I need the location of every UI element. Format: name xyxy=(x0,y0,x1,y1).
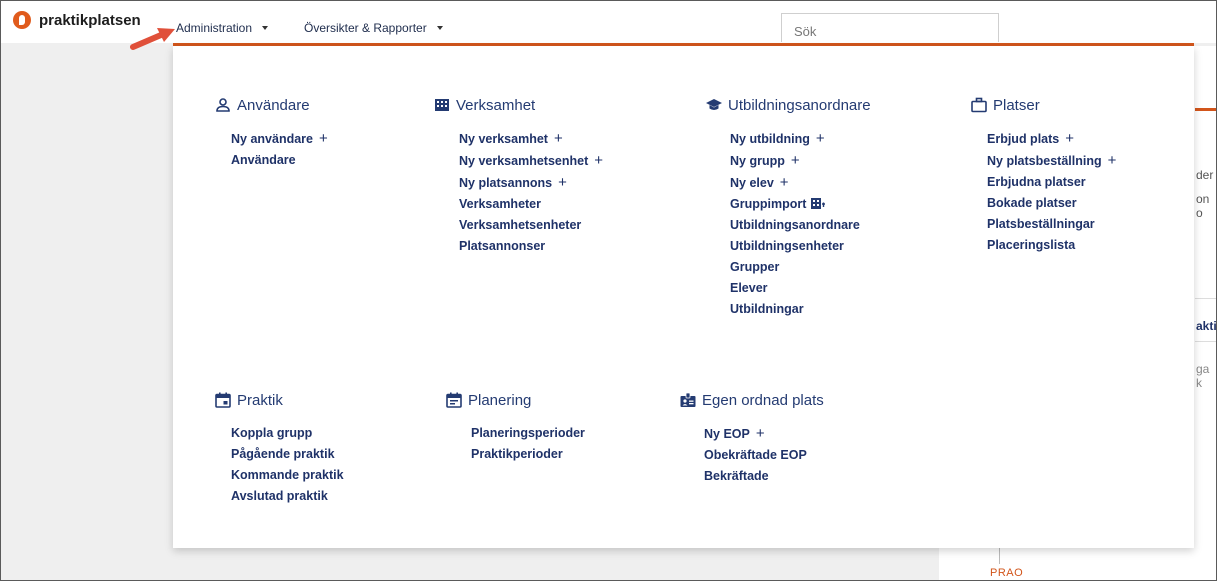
menu-link-utbildningsanordnare[interactable]: Utbildningsanordnare xyxy=(730,215,871,236)
menu-link-platsbestallningar[interactable]: Platsbeställningar xyxy=(987,214,1116,235)
menu-link-platsannonser[interactable]: Platsannonser xyxy=(459,236,603,257)
calendar-notes-icon xyxy=(446,392,462,408)
calendar-icon xyxy=(215,392,231,408)
background-text: ga k xyxy=(1196,362,1210,390)
menu-link-elever[interactable]: Elever xyxy=(730,278,871,299)
section-title: Platser xyxy=(993,96,1040,114)
section-title: Utbildningsanordnare xyxy=(728,96,871,114)
menu-link-grupper[interactable]: Grupper xyxy=(730,257,871,278)
menu-link-bekraftade[interactable]: Bekräftade xyxy=(704,466,824,487)
menu-link-ny-utbildning[interactable]: Ny utbildning + xyxy=(730,128,871,150)
menu-link-erbjudna-platser[interactable]: Erbjudna platser xyxy=(987,172,1116,193)
annotation-arrow-icon xyxy=(130,28,175,50)
section-header: Planering xyxy=(446,390,585,410)
section-verksamhet: Verksamhet Ny verksamhet + Ny verksamhets… xyxy=(434,95,603,257)
menu-link-erbjud-plats[interactable]: Erbjud plats + xyxy=(987,128,1116,150)
section-anvandare: Användare Ny användare + Användare xyxy=(215,95,328,171)
search-placeholder: Sök xyxy=(794,24,817,39)
administration-dropdown: Användare Ny användare + Användare Verksa… xyxy=(173,46,1194,548)
plus-icon: + xyxy=(815,130,825,147)
plus-icon: + xyxy=(790,152,800,169)
nav-reports-label: Översikter & Rapporter xyxy=(304,21,427,35)
menu-link-ny-verksamhetsenhet[interactable]: Ny verksamhetsenhet + xyxy=(459,150,603,172)
section-platser: Platser Erbjud plats + Ny platsbeställnin… xyxy=(971,95,1116,256)
menu-link-planeringsperioder[interactable]: Planeringsperioder xyxy=(471,423,585,444)
briefcase-icon xyxy=(971,97,987,113)
menu-link-ny-verksamhet[interactable]: Ny verksamhet + xyxy=(459,128,603,150)
background-accent xyxy=(1195,108,1216,111)
menu-link-anvandare[interactable]: Användare xyxy=(231,150,328,171)
timeline-label: PRAO xyxy=(990,567,1024,579)
background-text: aktik xyxy=(1196,319,1217,333)
section-utbildningsanordnare: Utbildningsanordnare Ny utbildning + Ny g… xyxy=(706,95,871,320)
section-title: Verksamhet xyxy=(456,96,536,114)
logo-icon xyxy=(13,11,31,29)
menu-link-ny-platsbestallning[interactable]: Ny platsbeställning + xyxy=(987,150,1116,172)
plus-icon: + xyxy=(1107,152,1117,169)
section-title: Egen ordnad plats xyxy=(702,391,824,409)
brand-logo[interactable]: praktikplatsen xyxy=(13,11,141,29)
section-header: Platser xyxy=(971,95,1116,115)
section-title: Användare xyxy=(237,96,310,114)
menu-link-ny-anvandare[interactable]: Ny användare + xyxy=(231,128,328,150)
chevron-down-icon xyxy=(436,26,443,30)
menu-link-utbildningar[interactable]: Utbildningar xyxy=(730,299,871,320)
nav-reports[interactable]: Översikter & Rapporter xyxy=(304,21,443,35)
menu-link-utbildningsenheter[interactable]: Utbildningsenheter xyxy=(730,236,871,257)
section-praktik: Praktik Koppla grupp Pågående praktik Ko… xyxy=(215,390,344,507)
menu-link-ny-eop[interactable]: Ny EOP + xyxy=(704,423,824,445)
menu-link-gruppimport[interactable]: Gruppimport xyxy=(730,194,871,215)
section-title: Praktik xyxy=(237,391,283,409)
section-header: Utbildningsanordnare xyxy=(706,95,871,115)
graduation-cap-icon xyxy=(706,99,722,110)
menu-link-obekraftade-eop[interactable]: Obekräftade EOP xyxy=(704,445,824,466)
top-navigation: praktikplatsen Administration Översikter… xyxy=(1,1,1216,43)
section-header: Verksamhet xyxy=(434,95,603,115)
background-divider xyxy=(1195,341,1216,342)
plus-icon: + xyxy=(553,130,563,147)
chevron-down-icon xyxy=(262,26,269,30)
nav-administration[interactable]: Administration xyxy=(176,21,269,35)
section-planering: Planering Planeringsperioder Praktikperi… xyxy=(446,390,585,465)
plus-icon: + xyxy=(1065,130,1074,147)
plus-icon: + xyxy=(318,130,328,147)
app-window: der on o aktik ga k PRAO praktikplatsen … xyxy=(0,0,1217,581)
section-header: Användare xyxy=(215,95,328,115)
plus-icon: + xyxy=(779,174,789,191)
menu-link-verksamhetsenheter[interactable]: Verksamhetsenheter xyxy=(459,215,603,236)
search-input[interactable]: Sök xyxy=(781,13,999,42)
plus-icon: + xyxy=(755,425,765,442)
background-text: der xyxy=(1196,168,1214,182)
section-egen-ordnad-plats: Egen ordnad plats Ny EOP + Obekräftade EO… xyxy=(680,390,824,487)
menu-link-pagaende-praktik[interactable]: Pågående praktik xyxy=(231,444,344,465)
menu-link-praktikperioder[interactable]: Praktikperioder xyxy=(471,444,585,465)
menu-link-kommande-praktik[interactable]: Kommande praktik xyxy=(231,465,344,486)
menu-link-koppla-grupp[interactable]: Koppla grupp xyxy=(231,423,344,444)
background-divider xyxy=(1195,298,1216,299)
background-text: on o xyxy=(1196,192,1210,220)
building-icon xyxy=(435,99,449,111)
menu-link-verksamheter[interactable]: Verksamheter xyxy=(459,194,603,215)
section-title: Planering xyxy=(468,391,532,409)
menu-link-bokade-platser[interactable]: Bokade platser xyxy=(987,193,1116,214)
person-icon xyxy=(216,98,230,112)
menu-link-ny-platsannons[interactable]: Ny platsannons + xyxy=(459,172,603,194)
brand-name: praktikplatsen xyxy=(39,11,141,29)
menu-link-avslutad-praktik[interactable]: Avslutad praktik xyxy=(231,486,344,507)
section-header: Egen ordnad plats xyxy=(680,390,824,410)
nav-administration-label: Administration xyxy=(176,21,253,35)
section-header: Praktik xyxy=(215,390,344,410)
plus-icon: + xyxy=(558,174,567,191)
id-badge-icon xyxy=(680,392,696,407)
import-building-icon xyxy=(811,198,826,209)
menu-link-ny-grupp[interactable]: Ny grupp + xyxy=(730,150,871,172)
menu-link-ny-elev[interactable]: Ny elev + xyxy=(730,172,871,194)
plus-icon: + xyxy=(594,152,603,169)
menu-link-placeringslista[interactable]: Placeringslista xyxy=(987,235,1116,256)
